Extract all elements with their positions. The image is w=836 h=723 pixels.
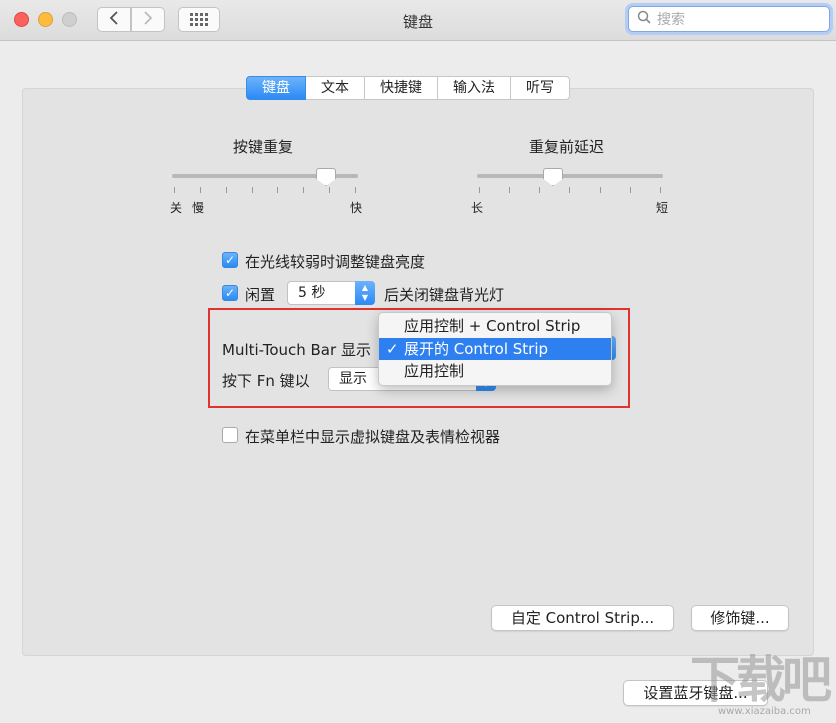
menu-item-expanded-strip[interactable]: ✓ 展开的 Control Strip <box>379 338 611 360</box>
key-repeat-ticks <box>174 187 356 193</box>
key-repeat-off-label: 关 <box>170 201 183 215</box>
repeat-delay-slider[interactable] <box>477 174 663 178</box>
modifier-keys-button[interactable]: 修饰键... <box>691 605 789 631</box>
show-viewer-checkbox[interactable] <box>222 427 238 443</box>
tab-text[interactable]: 文本 <box>306 76 365 100</box>
fn-key-value: 显示 <box>339 371 367 387</box>
checkmark-icon: ✓ <box>386 340 399 358</box>
watermark-logo: 下载吧 <box>690 651 832 709</box>
show-viewer-label: 在菜单栏中显示虚拟键盘及表情检视器 <box>245 428 501 446</box>
menu-item-label: 应用控制 + Control Strip <box>404 317 581 335</box>
fn-key-label: 按下 Fn 键以 <box>222 372 310 390</box>
menu-item-app-controls[interactable]: 应用控制 <box>379 360 611 382</box>
updown-arrows-icon: ▲▼ <box>355 281 375 305</box>
touchbar-label: Multi-Touch Bar 显示 <box>222 341 371 359</box>
checkmark-icon: ✓ <box>224 286 236 300</box>
repeat-delay-short-label: 短 <box>656 201 669 215</box>
touchbar-dropdown-menu: 应用控制 + Control Strip ✓ 展开的 Control Strip… <box>378 312 612 386</box>
idle-backlight-checkbox[interactable]: ✓ <box>222 285 238 301</box>
idle-duration-value: 5 秒 <box>298 285 326 301</box>
key-repeat-slow-label: 慢 <box>192 201 205 215</box>
adjust-brightness-label: 在光线较弱时调整键盘亮度 <box>245 253 426 271</box>
search-field[interactable]: 搜索 <box>628 6 830 32</box>
tab-shortcuts[interactable]: 快捷键 <box>365 76 438 100</box>
menu-item-app-controls-strip[interactable]: 应用控制 + Control Strip <box>379 315 611 337</box>
repeat-delay-long-label: 长 <box>471 201 484 215</box>
idle-duration-popup[interactable]: 5 秒 ▲ ▼ <box>287 281 375 305</box>
search-icon <box>637 10 651 28</box>
repeat-delay-ticks <box>479 187 661 193</box>
search-placeholder: 搜索 <box>657 12 685 28</box>
idle-backlight-suffix: 后关闭键盘背光灯 <box>384 286 505 304</box>
repeat-delay-title: 重复前延迟 <box>529 138 605 156</box>
watermark-url: www.xiazaiba.com <box>718 706 811 717</box>
menu-item-label: 展开的 Control Strip <box>404 340 549 358</box>
tab-bar: 键盘 文本 快捷键 输入法 听写 <box>246 76 570 100</box>
checkmark-icon: ✓ <box>224 253 236 267</box>
key-repeat-fast-label: 快 <box>350 201 363 215</box>
tab-dictation[interactable]: 听写 <box>511 76 570 100</box>
tab-keyboard[interactable]: 键盘 <box>246 76 306 100</box>
key-repeat-title: 按键重复 <box>233 138 294 156</box>
customize-control-strip-button[interactable]: 自定 Control Strip... <box>491 605 674 631</box>
adjust-brightness-checkbox[interactable]: ✓ <box>222 252 238 268</box>
idle-backlight-prefix: 闲置 <box>245 286 276 304</box>
menu-item-label: 应用控制 <box>404 362 465 380</box>
window-titlebar: 键盘 搜索 <box>0 0 836 41</box>
tab-input-sources[interactable]: 输入法 <box>438 76 511 100</box>
